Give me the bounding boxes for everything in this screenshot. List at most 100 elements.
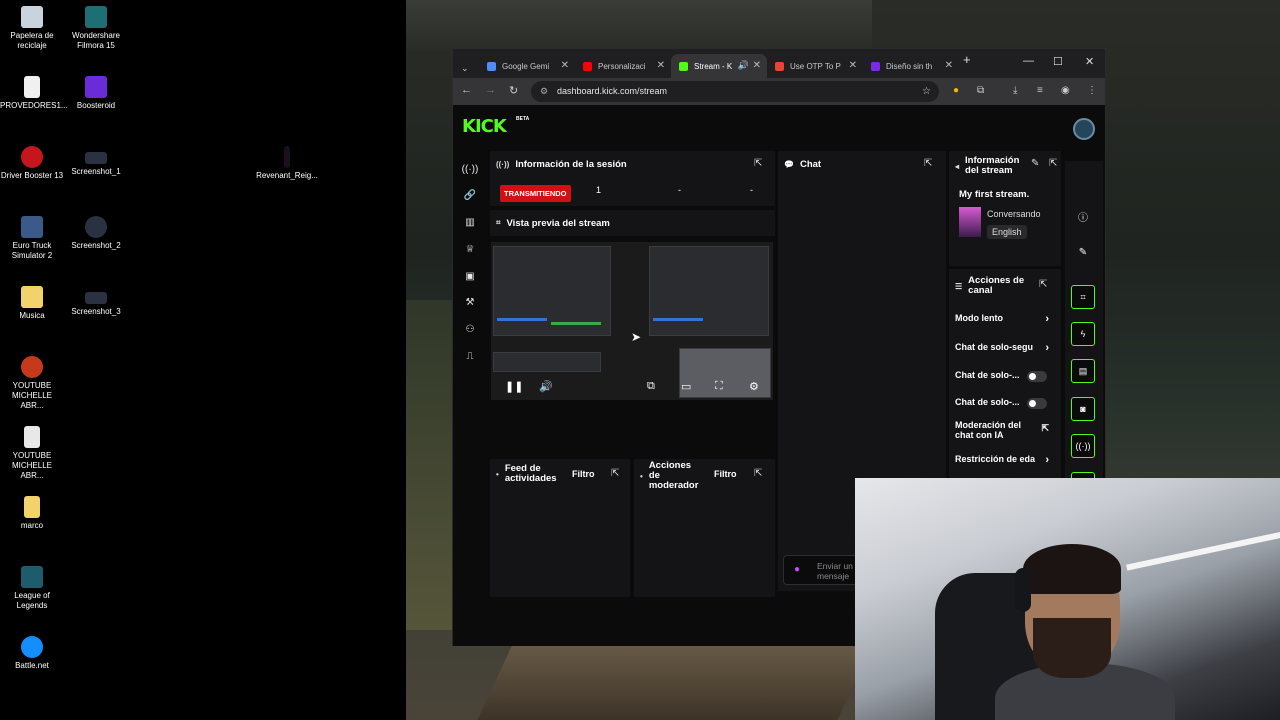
analytics-icon[interactable]: ▥ bbox=[459, 217, 481, 228]
edit-pencil-icon[interactable]: ✎ bbox=[1031, 158, 1039, 169]
desktop-icon-marco[interactable]: marco bbox=[0, 496, 64, 531]
theater-icon[interactable]: ▭ bbox=[681, 380, 691, 393]
beta-label: BETA bbox=[516, 116, 530, 122]
tools-wrench-icon[interactable]: ⚒ bbox=[459, 297, 481, 308]
category-thumbnail bbox=[959, 207, 981, 237]
pip-icon[interactable]: ⧉ bbox=[647, 380, 655, 393]
desktop-icon-label: YOUTUBE MICHELLE ABR... bbox=[11, 451, 52, 480]
tab-search-button[interactable]: ⌄ bbox=[457, 56, 469, 80]
desktop-icon-screenshot-1[interactable]: Screenshot_1 bbox=[64, 146, 128, 177]
maximize-button[interactable]: ☐ bbox=[1053, 55, 1063, 68]
close-window-button[interactable]: ✕ bbox=[1085, 55, 1094, 68]
kick-logo[interactable]: KICK bbox=[462, 116, 507, 137]
popout-icon[interactable]: ⇱ bbox=[754, 158, 762, 169]
lightning-icon[interactable]: ϟ bbox=[1071, 322, 1095, 346]
desktop-icon-recycle-bin[interactable]: Papelera de reciclaje bbox=[0, 6, 64, 51]
extensions-puzzle-icon[interactable]: ⧉ bbox=[977, 85, 984, 96]
folder-icon bbox=[21, 286, 43, 308]
tab-gemini[interactable]: Google Gemi ✕ bbox=[479, 54, 575, 78]
session-info-title: Información de la sesión bbox=[515, 158, 627, 170]
desktop-icon-boosteroid[interactable]: Boosteroid bbox=[64, 76, 128, 111]
fullscreen-icon[interactable]: ⛶ bbox=[715, 380, 723, 393]
link-icon[interactable]: 🔗 bbox=[459, 190, 481, 201]
popout-icon[interactable]: ⇱ bbox=[924, 158, 932, 169]
desktop-icon-label: Euro Truck Simulator 2 bbox=[11, 241, 53, 260]
desktop-icon-provedores[interactable]: PROVEDORES1... bbox=[0, 76, 68, 111]
pause-icon[interactable]: ❚❚ bbox=[505, 380, 523, 393]
desktop-icon-battlenet[interactable]: Battle.net bbox=[0, 636, 64, 671]
download-icon[interactable]: ⤓ bbox=[1013, 85, 1017, 96]
tab-canva[interactable]: Diseño sin th ✕ bbox=[863, 54, 959, 78]
tab-close-icon[interactable]: ✕ bbox=[849, 60, 857, 71]
popout-icon[interactable]: ⇱ bbox=[1049, 158, 1057, 169]
settings-gear-icon[interactable]: ⚙ bbox=[749, 380, 759, 393]
subscribers-only-toggle[interactable] bbox=[1027, 371, 1047, 382]
trophy-icon[interactable]: ♕ bbox=[459, 244, 481, 255]
notes-icon[interactable]: ▤ bbox=[1071, 359, 1095, 383]
tab-kick-stream[interactable]: Stream - K 🔊 ✕ bbox=[671, 54, 767, 78]
emotes-only-toggle[interactable] bbox=[1027, 398, 1047, 409]
edit-pencil-icon[interactable]: ✎ bbox=[1071, 247, 1095, 258]
age-restriction-action[interactable]: Restricción de eda › bbox=[955, 454, 1049, 466]
desktop-icon-euro-truck[interactable]: Euro Truck Simulator 2 bbox=[0, 216, 64, 261]
tab-gmail[interactable]: Use OTP To P ✕ bbox=[767, 54, 863, 78]
desktop-icon-filmora[interactable]: Wondershare Filmora 15 bbox=[64, 6, 128, 51]
address-bar[interactable]: ⚙ dashboard.kick.com/stream ☆ bbox=[531, 81, 939, 102]
tab-close-icon[interactable]: ✕ bbox=[945, 60, 953, 71]
desktop-icon-screenshot-3[interactable]: Screenshot_3 bbox=[64, 286, 128, 317]
site-info-icon[interactable]: ⚙ bbox=[540, 81, 548, 102]
desktop-icon-revenant[interactable]: Revenant_Reig... bbox=[255, 146, 319, 181]
tab-youtube[interactable]: Personalizaci ✕ bbox=[575, 54, 671, 78]
new-tab-button[interactable]: + bbox=[963, 52, 971, 67]
profile-icon[interactable]: ◉ bbox=[1061, 85, 1070, 96]
video-library-icon[interactable]: ▣ bbox=[459, 271, 481, 282]
desktop-icon-youtube-1[interactable]: YOUTUBE MICHELLE ABR... bbox=[0, 356, 64, 411]
broadcast-icon[interactable]: ((·)) bbox=[459, 164, 481, 175]
tab-close-icon[interactable]: ✕ bbox=[753, 60, 761, 71]
clip-icon[interactable]: ⌗ bbox=[1071, 285, 1095, 309]
tab-close-icon[interactable]: ✕ bbox=[657, 60, 665, 71]
screenshot-icon bbox=[85, 216, 107, 238]
volume-icon[interactable]: 🔊 bbox=[539, 380, 553, 393]
tab-close-icon[interactable]: ✕ bbox=[561, 60, 569, 71]
desktop-icon-youtube-2[interactable]: YOUTUBE MICHELLE ABR... bbox=[0, 426, 64, 481]
desktop-icon-screenshot-2[interactable]: Screenshot_2 bbox=[64, 216, 128, 251]
media-control-icon[interactable]: ≡ bbox=[1037, 85, 1043, 96]
desktop-icon-label: PROVEDORES1... bbox=[0, 101, 68, 110]
back-arrow-icon[interactable]: ← bbox=[461, 84, 472, 96]
live-status-badge: TRANSMITIENDO bbox=[500, 185, 571, 202]
microphone-icon[interactable]: ● bbox=[794, 564, 800, 575]
preview-capture-bottom bbox=[493, 352, 601, 372]
creator-desk-icon[interactable]: ⎍ bbox=[459, 351, 481, 362]
preview-bar bbox=[497, 318, 547, 321]
ai-moderation-action[interactable]: Moderación del chat con IA ⇱ bbox=[955, 420, 1049, 440]
chat-bubble-icon[interactable]: ◙ bbox=[1071, 397, 1095, 421]
forward-arrow-icon[interactable]: → bbox=[485, 84, 496, 96]
broadcast-icon[interactable]: ((·)) bbox=[1071, 434, 1095, 458]
moderators-icon[interactable]: ⚇ bbox=[459, 324, 481, 335]
stream-preview-video[interactable]: ❚❚ 🔊 ⧉ ▭ ⛶ ⚙ ➤ bbox=[491, 242, 773, 400]
euro-truck-icon bbox=[21, 216, 43, 238]
popout-icon[interactable]: ⇱ bbox=[1039, 279, 1047, 290]
speaker-icon[interactable]: 🔊 bbox=[738, 60, 749, 71]
activity-filter-button[interactable]: Filtro bbox=[572, 469, 595, 479]
profile-avatar[interactable] bbox=[1073, 118, 1095, 140]
popout-icon[interactable]: ⇱ bbox=[611, 468, 619, 479]
channel-actions-title: Acciones de canal bbox=[968, 275, 1025, 296]
popout-icon[interactable]: ⇱ bbox=[754, 468, 762, 479]
mod-filter-button[interactable]: Filtro bbox=[714, 469, 737, 479]
slow-mode-action[interactable]: Modo lento › bbox=[955, 313, 1049, 325]
followers-only-chat-action[interactable]: Chat de solo-segu › bbox=[955, 342, 1049, 354]
minimize-button[interactable]: — bbox=[1023, 55, 1034, 67]
desktop-icon-driver-booster[interactable]: Driver Booster 13 bbox=[0, 146, 64, 181]
reload-icon[interactable]: ↻ bbox=[509, 84, 518, 97]
more-menu-icon[interactable]: ⋮ bbox=[1087, 85, 1097, 96]
bookmark-star-icon[interactable]: ☆ bbox=[922, 81, 931, 102]
action-label: Moderación del chat con IA bbox=[955, 420, 1022, 440]
desktop-icon-label: YOUTUBE MICHELLE ABR... bbox=[11, 381, 52, 410]
desktop-icon-league[interactable]: League of Legends bbox=[0, 566, 64, 611]
desktop-icon-musica[interactable]: Musica bbox=[0, 286, 64, 321]
info-icon[interactable]: ⓘ bbox=[1071, 209, 1095, 224]
tab-title: Google Gemi bbox=[502, 61, 550, 71]
extension-color-icon[interactable]: ● bbox=[953, 85, 959, 96]
